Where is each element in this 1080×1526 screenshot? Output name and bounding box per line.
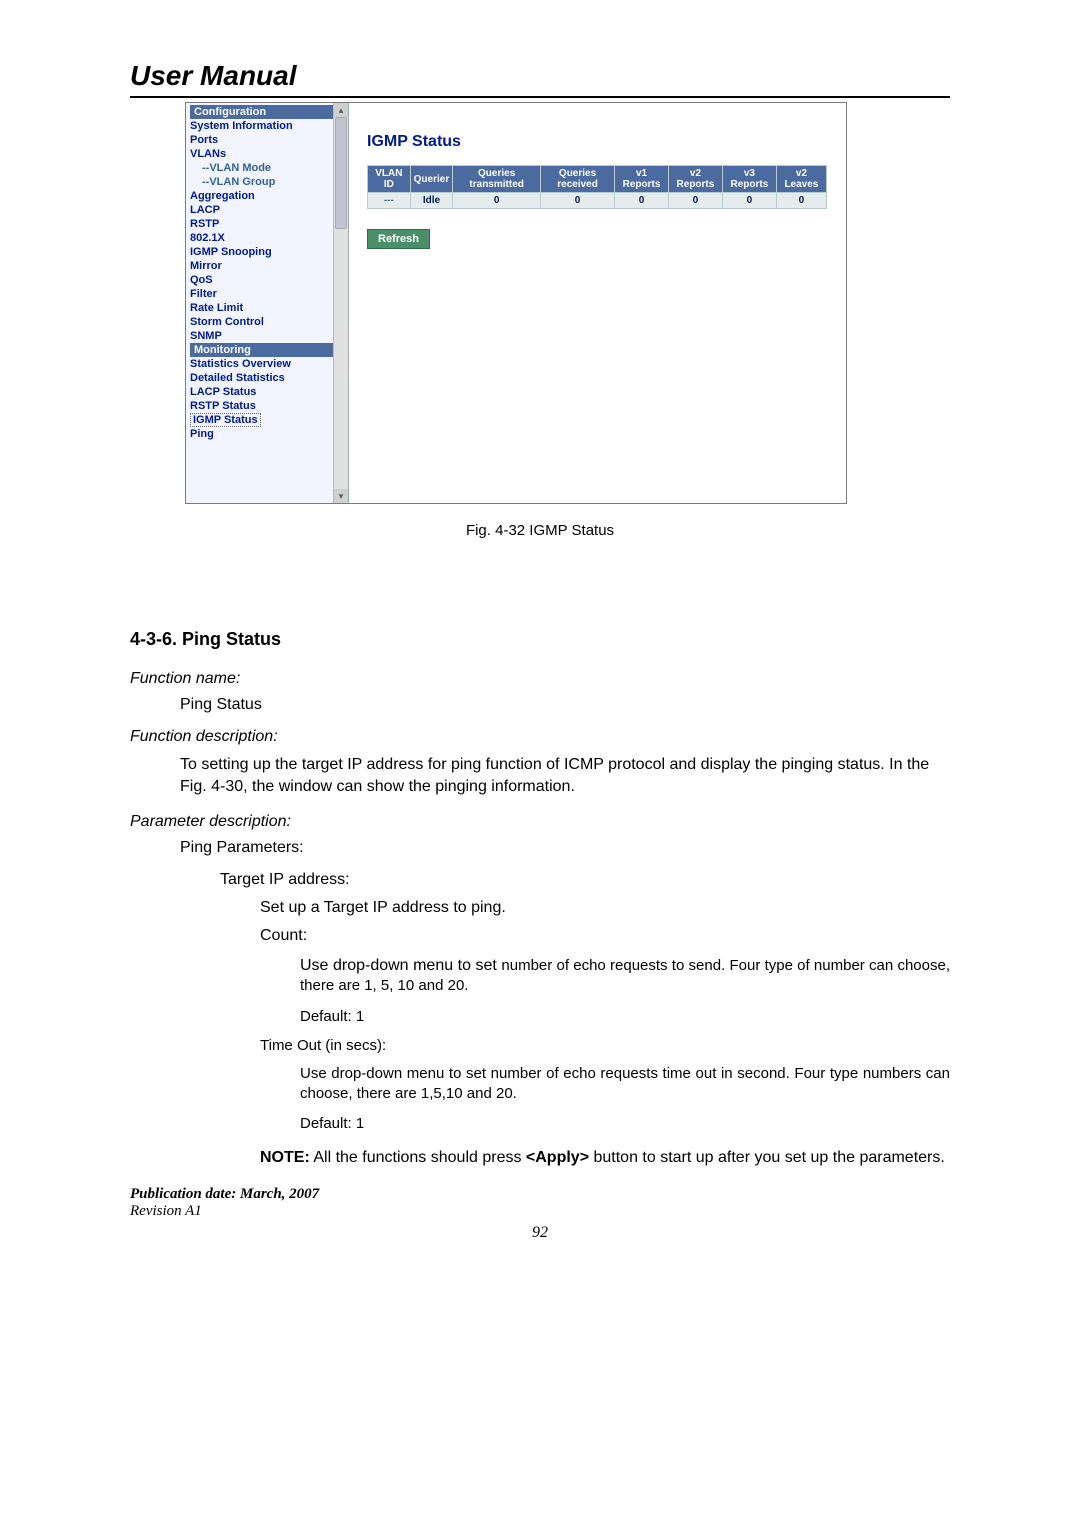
function-description-label: Function description: xyxy=(130,728,950,746)
content-title: IGMP Status xyxy=(367,133,828,151)
table-row: --- Idle 0 0 0 0 0 0 xyxy=(368,193,827,209)
sidebar-item-aggregation[interactable]: Aggregation xyxy=(190,189,348,203)
sidebar-item-qos[interactable]: QoS xyxy=(190,273,348,287)
sidebar-section-monitoring[interactable]: Monitoring xyxy=(190,343,334,357)
timeout-desc: Use drop-down menu to set number of echo… xyxy=(300,1064,950,1105)
sidebar-item-mirror[interactable]: Mirror xyxy=(190,259,348,273)
td-v3-reports: 0 xyxy=(722,193,776,209)
scroll-up-icon[interactable]: ▴ xyxy=(334,103,348,117)
scroll-down-icon[interactable]: ▾ xyxy=(334,489,348,503)
td-queries-received: 0 xyxy=(541,193,615,209)
td-querier: Idle xyxy=(410,193,453,209)
footer-publication: Publication date: March, 2007 xyxy=(130,1186,950,1203)
target-ip-desc: Set up a Target IP address to ping. xyxy=(260,899,950,917)
refresh-button[interactable]: Refresh xyxy=(367,229,430,249)
function-description-value: To setting up the target IP address for … xyxy=(180,754,950,799)
timeout-default: Default: 1 xyxy=(300,1114,950,1134)
th-querier: Querier xyxy=(410,166,453,193)
sidebar-item-lacp-status[interactable]: LACP Status xyxy=(190,385,348,399)
sidebar-item-ports[interactable]: Ports xyxy=(190,133,348,147)
content-pane: IGMP Status VLAN ID Querier Queries tran… xyxy=(349,103,846,503)
sidebar-item-igmp-snooping[interactable]: IGMP Snooping xyxy=(190,245,348,259)
page-header-title: User Manual xyxy=(130,60,950,92)
count-default: Default: 1 xyxy=(300,1007,950,1027)
count-desc-part1: Use drop-down menu to set xyxy=(300,957,501,974)
note-text-b: button to start up after you set up the … xyxy=(589,1149,945,1166)
sidebar: Configuration System Information Ports V… xyxy=(186,103,349,503)
td-v2-reports: 0 xyxy=(668,193,722,209)
scroll-thumb[interactable] xyxy=(335,117,347,229)
sidebar-item-igmp-status[interactable]: IGMP Status xyxy=(190,413,261,427)
function-name-label: Function name: xyxy=(130,670,950,688)
th-v1-reports: v1 Reports xyxy=(615,166,669,193)
sidebar-item-storm-control[interactable]: Storm Control xyxy=(190,315,348,329)
sidebar-item-snmp[interactable]: SNMP xyxy=(190,329,348,343)
th-queries-transmitted: Queries transmitted xyxy=(453,166,541,193)
table-header-row: VLAN ID Querier Queries transmitted Quer… xyxy=(368,166,827,193)
page-number: 92 xyxy=(130,1224,950,1242)
header-rule xyxy=(130,96,950,98)
sidebar-item-rstp[interactable]: RSTP xyxy=(190,217,348,231)
sidebar-item-detailed-statistics[interactable]: Detailed Statistics xyxy=(190,371,348,385)
th-queries-received: Queries received xyxy=(541,166,615,193)
note-text-a: All the functions should press xyxy=(310,1149,526,1166)
count-label: Count: xyxy=(260,927,950,945)
ping-parameters-label: Ping Parameters: xyxy=(180,839,950,857)
th-vlan-id: VLAN ID xyxy=(368,166,411,193)
th-v3-reports: v3 Reports xyxy=(722,166,776,193)
th-v2-reports: v2 Reports xyxy=(668,166,722,193)
figure-caption: Fig. 4-32 IGMP Status xyxy=(130,522,950,539)
note-block: NOTE: All the functions should press <Ap… xyxy=(260,1147,950,1169)
parameter-description-label: Parameter description: xyxy=(130,813,950,831)
sidebar-item-rstp-status[interactable]: RSTP Status xyxy=(190,399,348,413)
timeout-label: Time Out (in secs): xyxy=(260,1037,950,1054)
sidebar-list: Configuration System Information Ports V… xyxy=(186,103,348,443)
sidebar-item-vlans[interactable]: VLANs xyxy=(190,147,348,161)
sidebar-section-configuration[interactable]: Configuration xyxy=(190,105,334,119)
sidebar-item-rate-limit[interactable]: Rate Limit xyxy=(190,301,348,315)
count-desc: Use drop-down menu to set number of echo… xyxy=(300,955,950,997)
footer-revision: Revision A1 xyxy=(130,1203,950,1220)
td-vlan-id: --- xyxy=(368,193,411,209)
sidebar-scrollbar[interactable]: ▴ ▾ xyxy=(333,103,348,503)
sidebar-item-8021x[interactable]: 802.1X xyxy=(190,231,348,245)
th-v2-leaves: v2 Leaves xyxy=(776,166,826,193)
sidebar-item-statistics-overview[interactable]: Statistics Overview xyxy=(190,357,348,371)
target-ip-label: Target IP address: xyxy=(220,871,950,889)
apply-text: <Apply> xyxy=(526,1149,589,1166)
sidebar-item-lacp[interactable]: LACP xyxy=(190,203,348,217)
td-v1-reports: 0 xyxy=(615,193,669,209)
sidebar-item-system-information[interactable]: System Information xyxy=(190,119,348,133)
screenshot-frame: Configuration System Information Ports V… xyxy=(185,102,847,504)
sidebar-item-filter[interactable]: Filter xyxy=(190,287,348,301)
igmp-status-table: VLAN ID Querier Queries transmitted Quer… xyxy=(367,165,827,209)
sidebar-sub-vlan-mode[interactable]: --VLAN Mode xyxy=(190,161,348,175)
td-queries-transmitted: 0 xyxy=(453,193,541,209)
note-label: NOTE: xyxy=(260,1149,310,1166)
sidebar-sub-vlan-group[interactable]: --VLAN Group xyxy=(190,175,348,189)
function-name-value: Ping Status xyxy=(180,696,950,714)
sidebar-item-ping[interactable]: Ping xyxy=(190,427,348,441)
td-v2-leaves: 0 xyxy=(776,193,826,209)
section-heading: 4-3-6. Ping Status xyxy=(130,629,950,650)
